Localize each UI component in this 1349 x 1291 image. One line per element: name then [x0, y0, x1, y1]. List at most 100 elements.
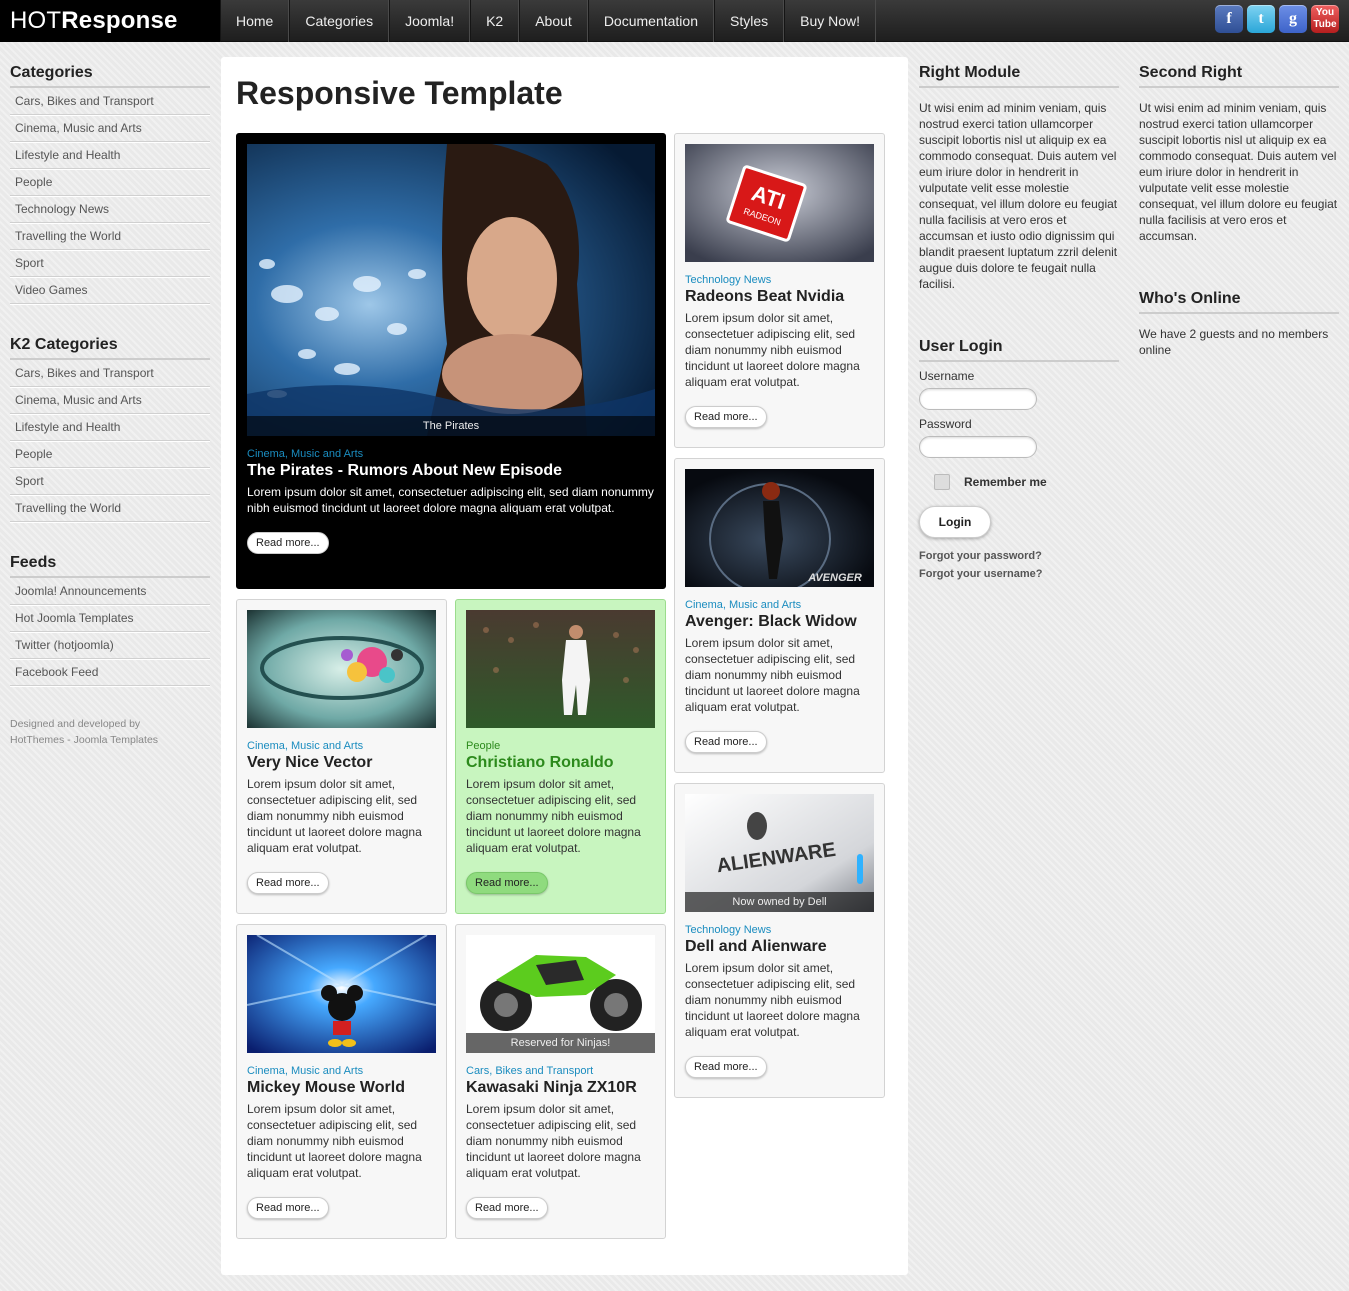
right-module: Right Module Ut wisi enim ad minim venia… [919, 64, 1119, 292]
article-card-radeon: ATI RADEON Technology News Radeons Beat … [674, 133, 885, 448]
k2-category-link[interactable]: Cars, Bikes and Transport [10, 360, 210, 387]
read-more-button[interactable]: Read more... [247, 872, 329, 894]
nav-joomla[interactable]: Joomla! [389, 0, 471, 42]
facebook-icon[interactable]: f [1215, 5, 1243, 33]
feeds-module: Feeds Joomla! Announcements Hot Joomla T… [10, 554, 210, 686]
category-link[interactable]: Cinema, Music and Arts [10, 115, 210, 142]
read-more-button[interactable]: Read more... [247, 532, 329, 554]
article-title[interactable]: Dell and Alienware [685, 938, 874, 956]
category-link[interactable]: Cars, Bikes and Transport [10, 88, 210, 115]
article-title[interactable]: Christiano Ronaldo [466, 754, 655, 772]
category-link[interactable]: People [10, 169, 210, 196]
login-module: User Login Username Password Remember me… [919, 338, 1119, 582]
whos-online-text: We have 2 guests and no members online [1139, 327, 1329, 357]
article-card-ronaldo: People Christiano Ronaldo Lorem ipsum do… [455, 599, 666, 914]
nav-about[interactable]: About [519, 0, 588, 42]
password-input[interactable] [919, 436, 1037, 458]
whos-online-module: Who's Online We have 2 guests and no mem… [1139, 290, 1339, 358]
article-category[interactable]: Cinema, Music and Arts [685, 599, 874, 611]
second-right-title: Second Right [1139, 64, 1339, 88]
article-image[interactable] [466, 610, 655, 728]
second-right-module: Second Right Ut wisi enim ad minim venia… [1139, 64, 1339, 244]
left-sidebar: Categories Cars, Bikes and Transport Cin… [10, 64, 210, 748]
username-input[interactable] [919, 388, 1037, 410]
article-category[interactable]: Technology News [685, 274, 874, 286]
logo-bold: Response [61, 7, 178, 34]
read-more-button[interactable]: Read more... [466, 872, 548, 894]
feeds-title: Feeds [10, 554, 210, 578]
article-image[interactable] [247, 610, 436, 728]
article-category[interactable]: Cinema, Music and Arts [247, 448, 655, 460]
read-more-button[interactable]: Read more... [685, 731, 767, 753]
article-card-mickey: Cinema, Music and Arts Mickey Mouse Worl… [236, 924, 447, 1239]
article-intro: Lorem ipsum dolor sit amet, consectetuer… [247, 777, 422, 855]
article-image[interactable]: The Pirates [247, 144, 655, 436]
category-link[interactable]: Technology News [10, 196, 210, 223]
k2-category-link[interactable]: Lifestyle and Health [10, 414, 210, 441]
article-category[interactable]: Cinema, Music and Arts [247, 1065, 436, 1077]
forgot-username-link[interactable]: Forgot your username? [919, 566, 1119, 582]
nav-documentation[interactable]: Documentation [587, 0, 714, 42]
article-title[interactable]: Mickey Mouse World [247, 1079, 436, 1097]
right-sidebar: Right Module Ut wisi enim ad minim venia… [919, 64, 1119, 582]
read-more-button[interactable]: Read more... [685, 1056, 767, 1078]
article-image[interactable] [247, 935, 436, 1053]
feed-link[interactable]: Hot Joomla Templates [10, 605, 210, 632]
article-image[interactable]: AVENGER [685, 469, 874, 587]
article-intro: Lorem ipsum dolor sit amet, consectetuer… [685, 961, 860, 1039]
credits-link[interactable]: HotThemes - Joomla Templates [10, 732, 210, 748]
youtube-icon[interactable]: You Tube [1311, 5, 1339, 33]
right-module-title: Right Module [919, 64, 1119, 88]
article-title[interactable]: Very Nice Vector [247, 754, 436, 772]
nav-categories[interactable]: Categories [289, 0, 390, 42]
forgot-password-link[interactable]: Forgot your password? [919, 548, 1119, 564]
article-category[interactable]: Technology News [685, 924, 874, 936]
article-title[interactable]: Avenger: Black Widow [685, 613, 874, 631]
article-image[interactable]: ALIENWARE Now owned by Dell [685, 794, 874, 912]
category-link[interactable]: Video Games [10, 277, 210, 304]
login-title: User Login [919, 338, 1119, 362]
remember-checkbox[interactable] [934, 474, 950, 490]
feed-link[interactable]: Twitter (hotjoomla) [10, 632, 210, 659]
k2-category-link[interactable]: Sport [10, 468, 210, 495]
nav-buy-now[interactable]: Buy Now! [784, 0, 877, 42]
article-card-alienware: ALIENWARE Now owned by Dell Technology N… [674, 783, 885, 1098]
second-right-sidebar: Second Right Ut wisi enim ad minim venia… [1139, 64, 1339, 358]
read-more-button[interactable]: Read more... [466, 1197, 548, 1219]
read-more-button[interactable]: Read more... [247, 1197, 329, 1219]
category-link[interactable]: Travelling the World [10, 223, 210, 250]
article-category[interactable]: Cars, Bikes and Transport [466, 1065, 655, 1077]
remember-me: Remember me [934, 474, 1119, 490]
twitter-icon[interactable]: t [1247, 5, 1275, 33]
image-caption: Reserved for Ninjas! [466, 1033, 655, 1053]
nav-styles[interactable]: Styles [713, 0, 785, 42]
feed-link[interactable]: Facebook Feed [10, 659, 210, 686]
categories-module: Categories Cars, Bikes and Transport Cin… [10, 64, 210, 304]
category-link[interactable]: Sport [10, 250, 210, 277]
article-title[interactable]: Radeons Beat Nvidia [685, 288, 874, 306]
feed-link[interactable]: Joomla! Announcements [10, 578, 210, 605]
article-image[interactable]: ATI RADEON [685, 144, 874, 262]
k2-category-link[interactable]: Cinema, Music and Arts [10, 387, 210, 414]
k2-category-link[interactable]: Travelling the World [10, 495, 210, 522]
article-card-kawasaki: Reserved for Ninjas! Cars, Bikes and Tra… [455, 924, 666, 1239]
nav-k2[interactable]: K2 [470, 0, 520, 42]
main-nav: Home Categories Joomla! K2 About Documen… [220, 0, 877, 42]
google-icon[interactable]: g [1279, 5, 1307, 33]
site-logo[interactable]: HOTResponse [0, 0, 220, 42]
login-button[interactable]: Login [919, 506, 991, 538]
read-more-button[interactable]: Read more... [685, 406, 767, 428]
nav-home[interactable]: Home [220, 0, 290, 42]
article-card-black-widow: AVENGER Cinema, Music and Arts Avenger: … [674, 458, 885, 773]
credits: Designed and developed by HotThemes - Jo… [10, 716, 210, 748]
article-category[interactable]: People [466, 740, 655, 752]
second-right-text: Ut wisi enim ad minim veniam, quis nostr… [1139, 101, 1338, 243]
article-intro: Lorem ipsum dolor sit amet, consectetuer… [466, 777, 641, 855]
article-image[interactable]: Reserved for Ninjas! [466, 935, 655, 1053]
article-category[interactable]: Cinema, Music and Arts [247, 740, 436, 752]
category-link[interactable]: Lifestyle and Health [10, 142, 210, 169]
article-title[interactable]: The Pirates - Rumors About New Episode [247, 462, 655, 480]
main-content: Responsive Template The Pirates Cinema, … [221, 57, 908, 1275]
k2-category-link[interactable]: People [10, 441, 210, 468]
article-title[interactable]: Kawasaki Ninja ZX10R [466, 1079, 655, 1097]
